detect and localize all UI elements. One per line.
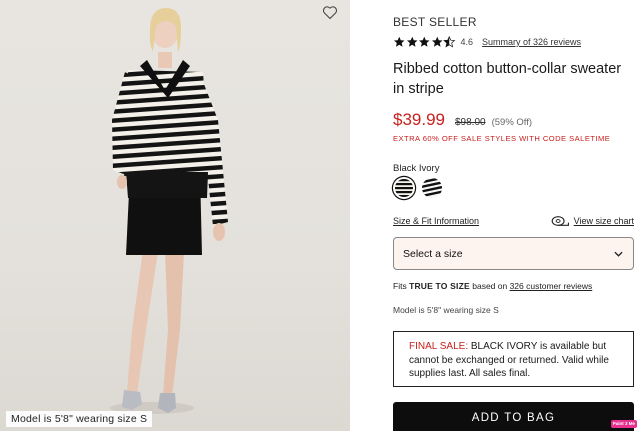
fit-prefix: Fits	[393, 281, 410, 291]
star-half-icon	[443, 36, 456, 48]
star-full-icon	[431, 36, 442, 47]
heart-outline-icon	[322, 6, 338, 20]
add-to-bag-button[interactable]: ADD TO BAG	[393, 402, 634, 431]
view-size-chart-link[interactable]: View size chart	[551, 215, 634, 227]
model-size-note: Model is 5'8" wearing size S	[393, 305, 499, 315]
stripe-swatch-icon	[422, 178, 442, 198]
corner-badge[interactable]: Paint 3 Me	[610, 420, 637, 428]
color-swatches	[393, 177, 443, 199]
customer-reviews-link[interactable]: 326 customer reviews	[510, 281, 593, 291]
favorite-button[interactable]	[322, 5, 342, 23]
chevron-down-icon	[614, 251, 623, 257]
fit-value: TRUE TO SIZE	[409, 281, 470, 291]
fit-middle: based on	[469, 281, 510, 291]
rating-value: 4.6	[460, 37, 474, 47]
star-full-icon	[419, 36, 430, 47]
original-price: $98.00	[455, 117, 486, 128]
percent-off: (59% Off)	[491, 117, 533, 128]
product-title: Ribbed cotton button-collar sweater in s…	[393, 61, 622, 97]
rating-row: 4.6 Summary of 326 reviews	[393, 35, 581, 49]
sale-price: $39.99	[393, 110, 445, 129]
star-full-icon	[394, 36, 405, 47]
reviews-summary-link[interactable]: Summary of 326 reviews	[482, 37, 581, 47]
final-sale-label: FINAL SALE:	[409, 341, 469, 352]
swatch-stripe-alt[interactable]	[421, 177, 443, 199]
color-label: Black Ivory	[393, 163, 440, 174]
swatch-black-ivory[interactable]	[393, 177, 415, 199]
model-illustration	[110, 8, 228, 414]
measuring-tape-icon	[551, 216, 569, 226]
size-chart-label: View size chart	[573, 216, 634, 226]
size-select-value: Select a size	[403, 247, 463, 260]
fit-summary: Fits TRUE TO SIZE based on 326 customer …	[393, 281, 592, 291]
stripe-swatch-icon	[395, 179, 413, 197]
price-row: $39.99 $98.00 (59% Off)	[393, 110, 532, 130]
promo-message: EXTRA 60% OFF SALE STYLES WITH CODE SALE…	[393, 134, 611, 143]
product-photo[interactable]: Model is 5'8" wearing size S	[0, 0, 350, 431]
star-full-icon	[406, 36, 417, 47]
size-select-dropdown[interactable]: Select a size	[393, 237, 634, 270]
final-sale-notice: FINAL SALE: BLACK IVORY is available but…	[393, 331, 634, 387]
best-seller-label: BEST SELLER	[393, 15, 477, 29]
photo-model-caption: Model is 5'8" wearing size S	[6, 411, 153, 427]
size-links-row: Size & Fit Information View size chart	[393, 215, 634, 227]
size-fit-info-link[interactable]: Size & Fit Information	[393, 216, 479, 226]
star-rating	[393, 36, 456, 48]
